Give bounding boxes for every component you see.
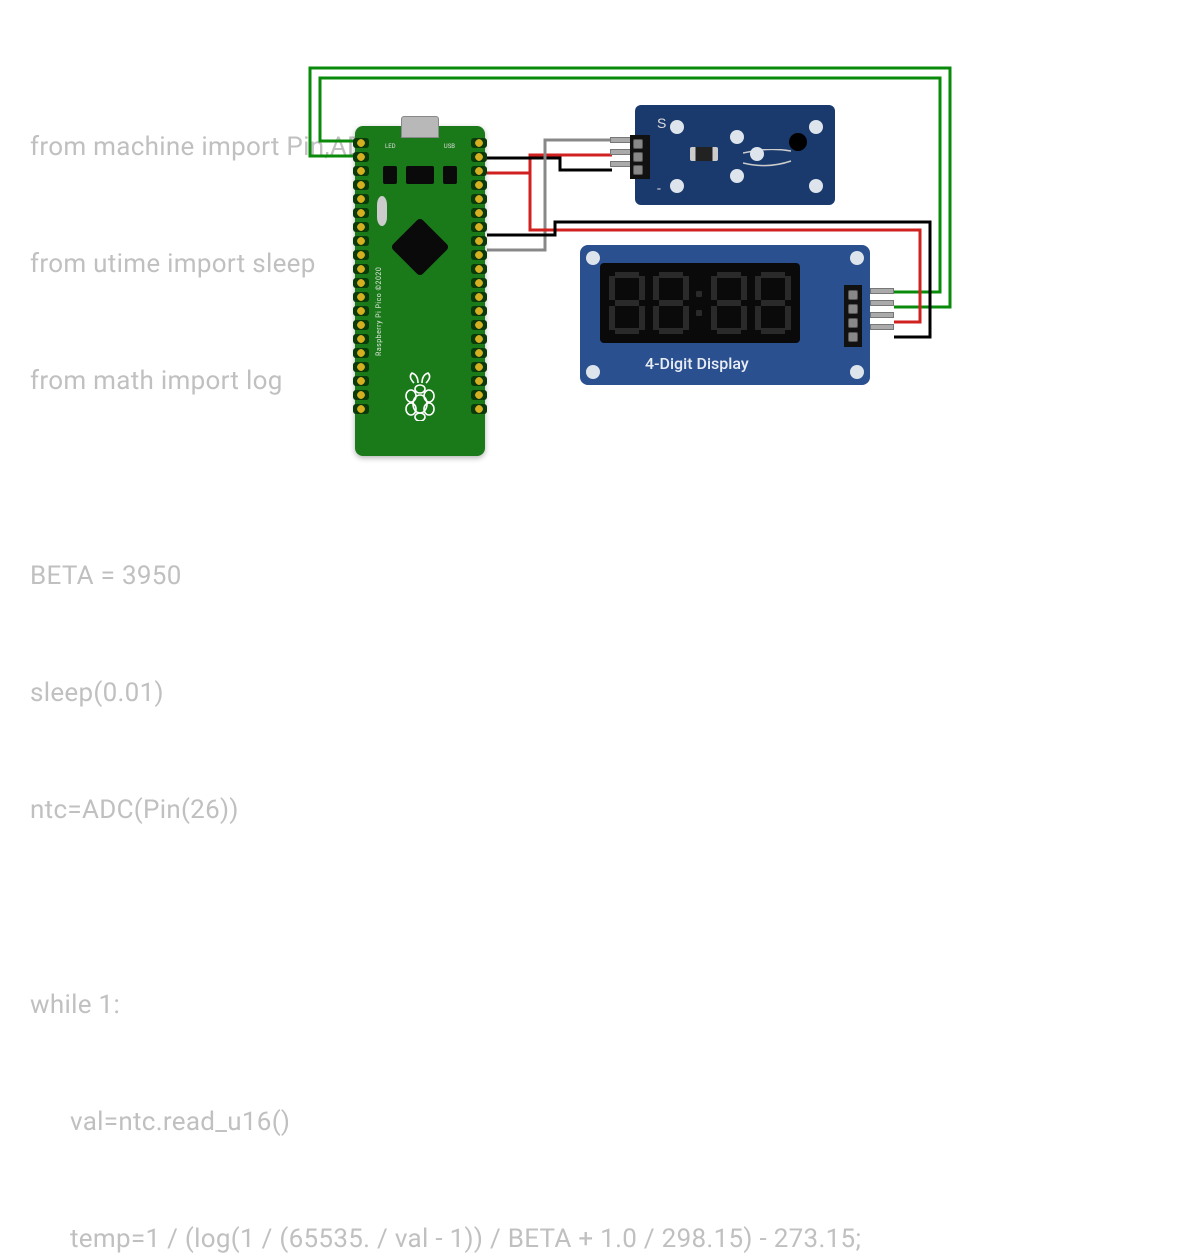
pico-small-chip-icon	[406, 166, 434, 184]
ntc-pcb-hole-icon	[670, 120, 684, 134]
code-line-11: temp=1 / (log(1 / (65535. / val - 1)) / …	[30, 1220, 861, 1259]
tm1637-pin-leads	[870, 288, 894, 330]
seven-segment-digit-icon	[754, 272, 792, 334]
ntc-resistor-icon	[690, 147, 718, 161]
pico-led-label: LED	[385, 143, 396, 150]
raspberry-pi-pico[interactable]: LED USB Raspberry Pi Pico ©2020	[355, 126, 485, 456]
tm1637-pcb-hole-icon	[850, 365, 864, 379]
ntc-pcb-hole-icon	[730, 130, 744, 144]
seven-segment-digit-icon	[710, 272, 748, 334]
pico-usb-connector-icon	[401, 116, 439, 138]
tm1637-header-connector-icon	[844, 285, 862, 347]
tm1637-4-digit-display[interactable]: 4-Digit Display	[580, 245, 870, 385]
pico-pins-right	[471, 138, 487, 414]
wiring-diagram: LED USB Raspberry Pi Pico ©2020	[0, 0, 1200, 630]
tm1637-pcb-hole-icon	[586, 365, 600, 379]
tm1637-label: 4-Digit Display	[645, 354, 749, 373]
pico-rp2040-chip-icon	[390, 217, 449, 276]
ntc-signal-label: S	[657, 115, 666, 131]
tm1637-pcb-hole-icon	[850, 251, 864, 265]
ntc-pcb-hole-icon	[670, 179, 684, 193]
ntc-pcb-hole-icon	[730, 169, 744, 183]
tm1637-pcb-hole-icon	[586, 251, 600, 265]
ntc-header-connector-icon	[630, 135, 650, 179]
seven-segment-digit-icon	[652, 272, 690, 334]
pico-bootsel-button-icon	[377, 196, 387, 226]
pico-small-chip-right-icon	[443, 166, 457, 184]
pico-pins-left	[353, 138, 369, 414]
code-line-10: val=ntc.read_u16()	[30, 1103, 861, 1142]
ntc-pcb-hole-icon	[809, 179, 823, 193]
code-line-7: ntc=ADC(Pin(26))	[30, 791, 861, 830]
seven-segment-colon-icon	[696, 272, 704, 334]
code-line-9: while 1:	[30, 986, 861, 1025]
ntc-ground-label: -	[657, 181, 661, 197]
pico-small-chip-left-icon	[383, 166, 397, 184]
pico-board-text: Raspberry Pi Pico ©2020	[375, 267, 383, 356]
seven-segment-digit-icon	[608, 272, 646, 334]
code-line-6: sleep(0.01)	[30, 674, 861, 713]
ntc-thermistor-bead-icon	[789, 133, 807, 151]
seven-segment-screen-icon	[600, 263, 800, 343]
ntc-pcb-hole-icon	[809, 120, 823, 134]
ntc-pin-leads	[610, 137, 632, 167]
pico-usb-label: USB	[444, 143, 455, 150]
raspberry-pi-logo-icon	[400, 371, 440, 421]
ntc-pcb-hole-icon	[750, 147, 764, 161]
ntc-thermistor-module[interactable]: S -	[635, 105, 835, 205]
